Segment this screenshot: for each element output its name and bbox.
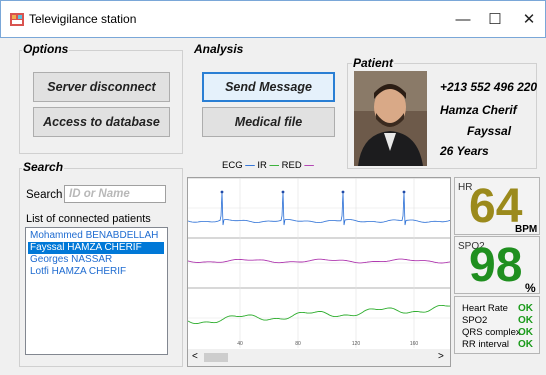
status-panel: Heart Rate OK SPO2 OK QRS complex OK RR …: [454, 296, 540, 354]
legend-ecg-label: ECG: [222, 160, 243, 171]
legend-ir-label: IR: [257, 160, 267, 171]
patients-list-label: List of connected patients: [26, 213, 151, 225]
patient-age: 26 Years: [440, 144, 489, 158]
ecg-peak-marker: [281, 190, 285, 194]
x-tick-label: 120: [352, 341, 361, 347]
scroll-thumb[interactable]: [204, 353, 228, 362]
spo2-panel: SPO2 98 %: [454, 236, 540, 295]
server-disconnect-button[interactable]: Server disconnect: [33, 72, 170, 102]
minimize-button[interactable]: —: [449, 9, 477, 31]
patient-last-name: Hamza Cherif: [440, 103, 517, 117]
search-input[interactable]: ID or Name: [64, 185, 166, 203]
red-series-line: [188, 258, 450, 264]
signal-chart-panel: 40 80 120 160 < >: [187, 177, 451, 367]
patient-phone: +213 552 496 220: [440, 80, 538, 94]
status-heart-rate-label: Heart Rate: [462, 303, 508, 314]
search-label: Search: [26, 189, 63, 201]
patient-first-name: Fayssal: [467, 124, 512, 138]
legend-ecg-swatch: —: [245, 160, 255, 171]
send-message-button[interactable]: Send Message: [202, 72, 335, 102]
status-heart-rate-value: OK: [518, 303, 533, 314]
analysis-title: Analysis: [193, 42, 245, 56]
ecg-peak-marker: [341, 190, 345, 194]
maximize-button[interactable]: ☐: [481, 9, 509, 31]
x-tick-labels: 40 80 120 160: [237, 341, 418, 347]
options-group: [19, 50, 183, 154]
legend-red-label: RED: [281, 160, 302, 171]
patients-listbox[interactable]: Mohammed BENABDELLAH Fayssal HAMZA CHERI…: [25, 227, 168, 355]
status-qrs-label: QRS complex: [462, 327, 521, 338]
status-rr-label: RR interval: [462, 339, 509, 350]
ir-series-line: [188, 304, 450, 325]
patient-title: Patient: [352, 56, 395, 70]
status-spo2-label: SPO2: [462, 315, 488, 326]
hr-panel: HR 64 BPM: [454, 177, 540, 235]
options-title: Options: [22, 42, 70, 56]
status-qrs-value: OK: [518, 327, 533, 338]
x-tick-label: 40: [237, 341, 243, 347]
title-bar[interactable]: Televigilance station — ☐ ✕: [0, 0, 546, 38]
patient-list-item[interactable]: Mohammed BENABDELLAH: [28, 230, 164, 242]
medical-file-button[interactable]: Medical file: [202, 107, 335, 137]
x-tick-label: 80: [295, 341, 301, 347]
spo2-unit: %: [525, 281, 536, 295]
hr-unit: BPM: [515, 224, 538, 235]
scroll-right-arrow[interactable]: >: [438, 351, 444, 362]
ecg-peak-markers: [220, 190, 406, 194]
ecg-peak-marker: [402, 190, 406, 194]
legend-ir-swatch: —: [269, 160, 280, 171]
legend-red-swatch: —: [304, 160, 314, 171]
access-database-button[interactable]: Access to database: [33, 107, 170, 137]
chart-grid: [188, 178, 450, 348]
patient-photo: [354, 71, 427, 166]
status-spo2-value: OK: [518, 315, 533, 326]
signal-chart: 40 80 120 160: [188, 178, 450, 348]
chart-scrollbar[interactable]: < >: [188, 349, 450, 366]
ecg-peak-marker: [220, 190, 224, 194]
search-title: Search: [22, 160, 65, 174]
status-rr-value: OK: [518, 339, 533, 350]
ecg-series-line: [188, 191, 450, 226]
x-tick-label: 160: [410, 341, 419, 347]
spo2-value: 98: [469, 239, 523, 292]
chart-legend: ECG — IR — RED —: [222, 160, 314, 171]
patient-list-item[interactable]: Lotfi HAMZA CHERIF: [28, 266, 164, 278]
app-icon: [10, 13, 24, 26]
patient-list-item-selected[interactable]: Fayssal HAMZA CHERIF: [28, 242, 164, 254]
scroll-left-arrow[interactable]: <: [192, 351, 198, 362]
close-button[interactable]: ✕: [515, 9, 543, 31]
patient-list-item[interactable]: Georges NASSAR: [28, 254, 164, 266]
window-title: Televigilance station: [29, 12, 137, 26]
